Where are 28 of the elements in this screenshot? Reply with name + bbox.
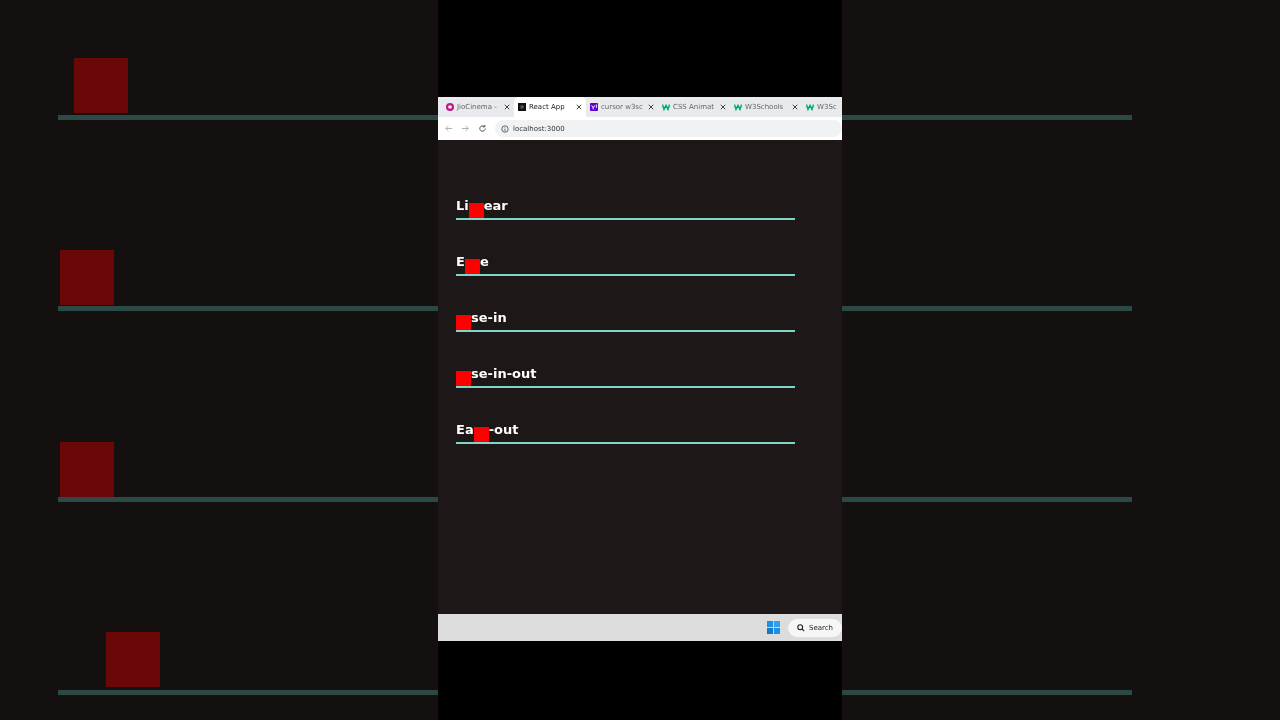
logo-icon: [806, 103, 814, 111]
windows-icon[interactable]: [767, 621, 780, 634]
close-icon[interactable]: [720, 104, 726, 110]
animation-label: Ea: [456, 422, 474, 438]
logo-icon: [734, 103, 742, 111]
close-icon[interactable]: [576, 104, 582, 110]
animation-label: Li: [456, 198, 469, 214]
app-icon: [446, 103, 454, 111]
close-icon[interactable]: [504, 104, 510, 110]
moving-square: [468, 203, 484, 218]
app-icon: [518, 103, 526, 111]
moving-square: [464, 259, 480, 274]
animation-label: se-in: [471, 310, 507, 326]
reload-icon[interactable]: [478, 124, 487, 133]
logo-icon: [662, 103, 670, 111]
animation-label: -out: [488, 422, 519, 438]
search-icon: [796, 623, 805, 632]
animation-label: E: [456, 254, 465, 270]
moving-square: [456, 315, 471, 330]
close-icon[interactable]: [792, 104, 798, 110]
animation-label: ear: [483, 198, 508, 214]
animation-label: e: [479, 254, 489, 270]
info-icon: [501, 124, 509, 133]
moving-square: [473, 427, 489, 442]
app-icon: [590, 103, 598, 111]
close-icon[interactable]: [648, 104, 654, 110]
moving-square: [456, 371, 471, 386]
animation-label: se-in-out: [471, 366, 537, 382]
